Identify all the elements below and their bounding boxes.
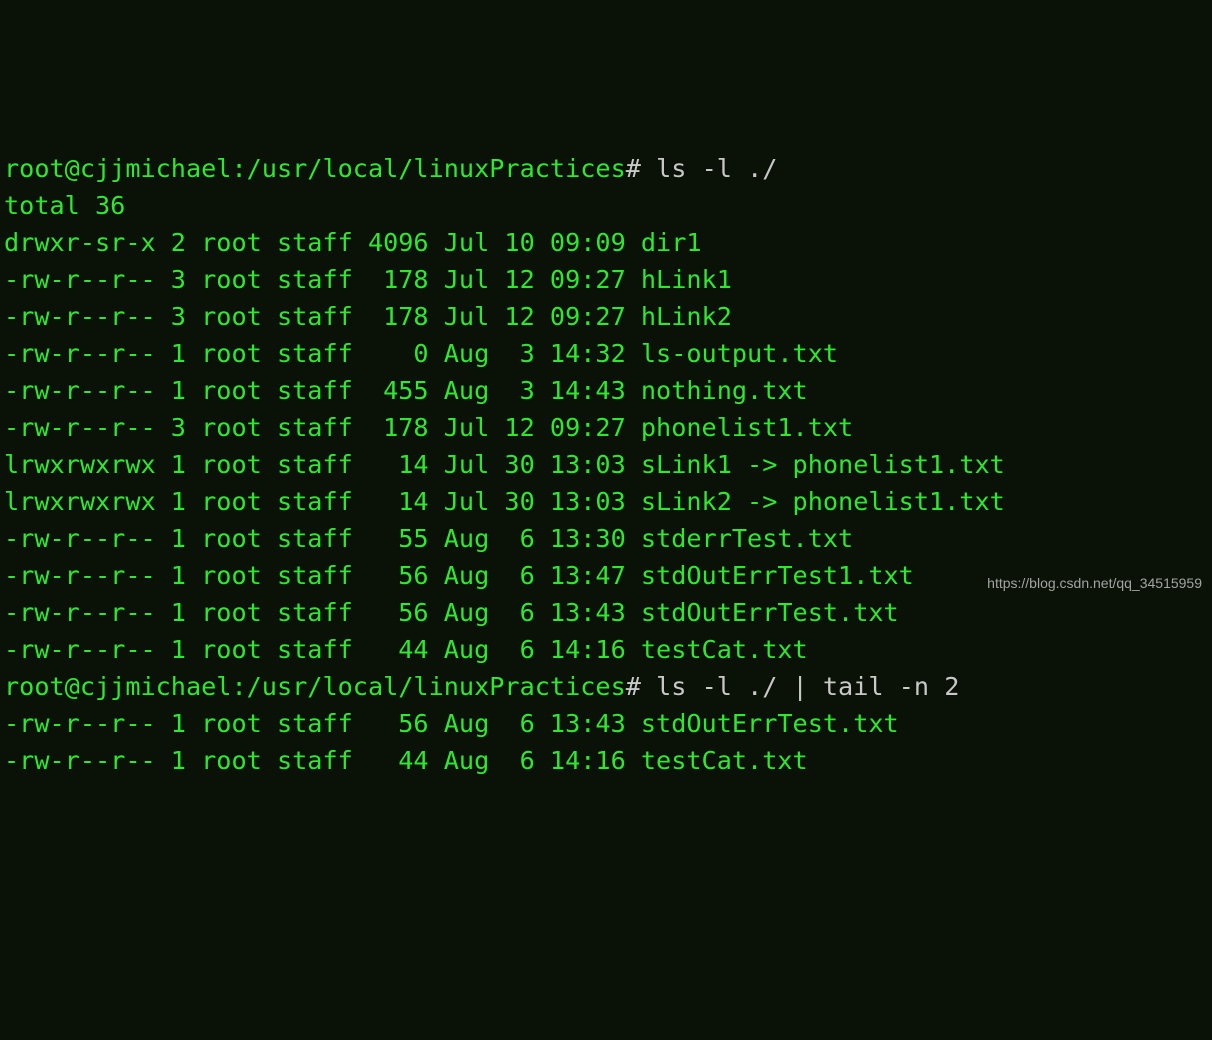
command-text: ls -l ./ [656, 154, 777, 183]
ls-row: drwxr-sr-x 2 root staff 4096 Jul 10 09:0… [4, 228, 702, 257]
ls-row: -rw-r--r-- 3 root staff 178 Jul 12 09:27… [4, 265, 732, 294]
ls-row: lrwxrwxrwx 1 root staff 14 Jul 30 13:03 … [4, 450, 1005, 479]
ls-row: -rw-r--r-- 1 root staff 55 Aug 6 13:30 s… [4, 524, 853, 553]
ls-row: -rw-r--r-- 1 root staff 44 Aug 6 14:16 t… [4, 635, 808, 664]
ls-row: -rw-r--r-- 3 root staff 178 Jul 12 09:27… [4, 413, 853, 442]
terminal[interactable]: root@cjjmichael:/usr/local/linuxPractice… [0, 148, 1212, 781]
ls-row: -rw-r--r-- 1 root staff 56 Aug 6 13:43 s… [4, 709, 899, 738]
ls-row: -rw-r--r-- 1 root staff 44 Aug 6 14:16 t… [4, 746, 808, 775]
prompt-hash: # [626, 154, 641, 183]
prompt-hash: # [626, 672, 641, 701]
ls-row: -rw-r--r-- 1 root staff 56 Aug 6 13:47 s… [4, 561, 914, 590]
command-text: ls -l ./ | tail -n 2 [656, 672, 959, 701]
prompt-user-host-path: root@cjjmichael:/usr/local/linuxPractice… [4, 154, 626, 183]
watermark: https://blog.csdn.net/qq_34515959 [987, 565, 1202, 602]
prompt-line-2: root@cjjmichael:/usr/local/linuxPractice… [4, 672, 959, 701]
ls-row: lrwxrwxrwx 1 root staff 14 Jul 30 13:03 … [4, 487, 1005, 516]
ls-row: -rw-r--r-- 1 root staff 455 Aug 3 14:43 … [4, 376, 808, 405]
ls-row: -rw-r--r-- 1 root staff 0 Aug 3 14:32 ls… [4, 339, 838, 368]
total-line: total 36 [4, 191, 125, 220]
prompt-user-host-path: root@cjjmichael:/usr/local/linuxPractice… [4, 672, 626, 701]
prompt-line-1: root@cjjmichael:/usr/local/linuxPractice… [4, 154, 777, 183]
ls-row: -rw-r--r-- 3 root staff 178 Jul 12 09:27… [4, 302, 732, 331]
ls-row: -rw-r--r-- 1 root staff 56 Aug 6 13:43 s… [4, 598, 899, 627]
